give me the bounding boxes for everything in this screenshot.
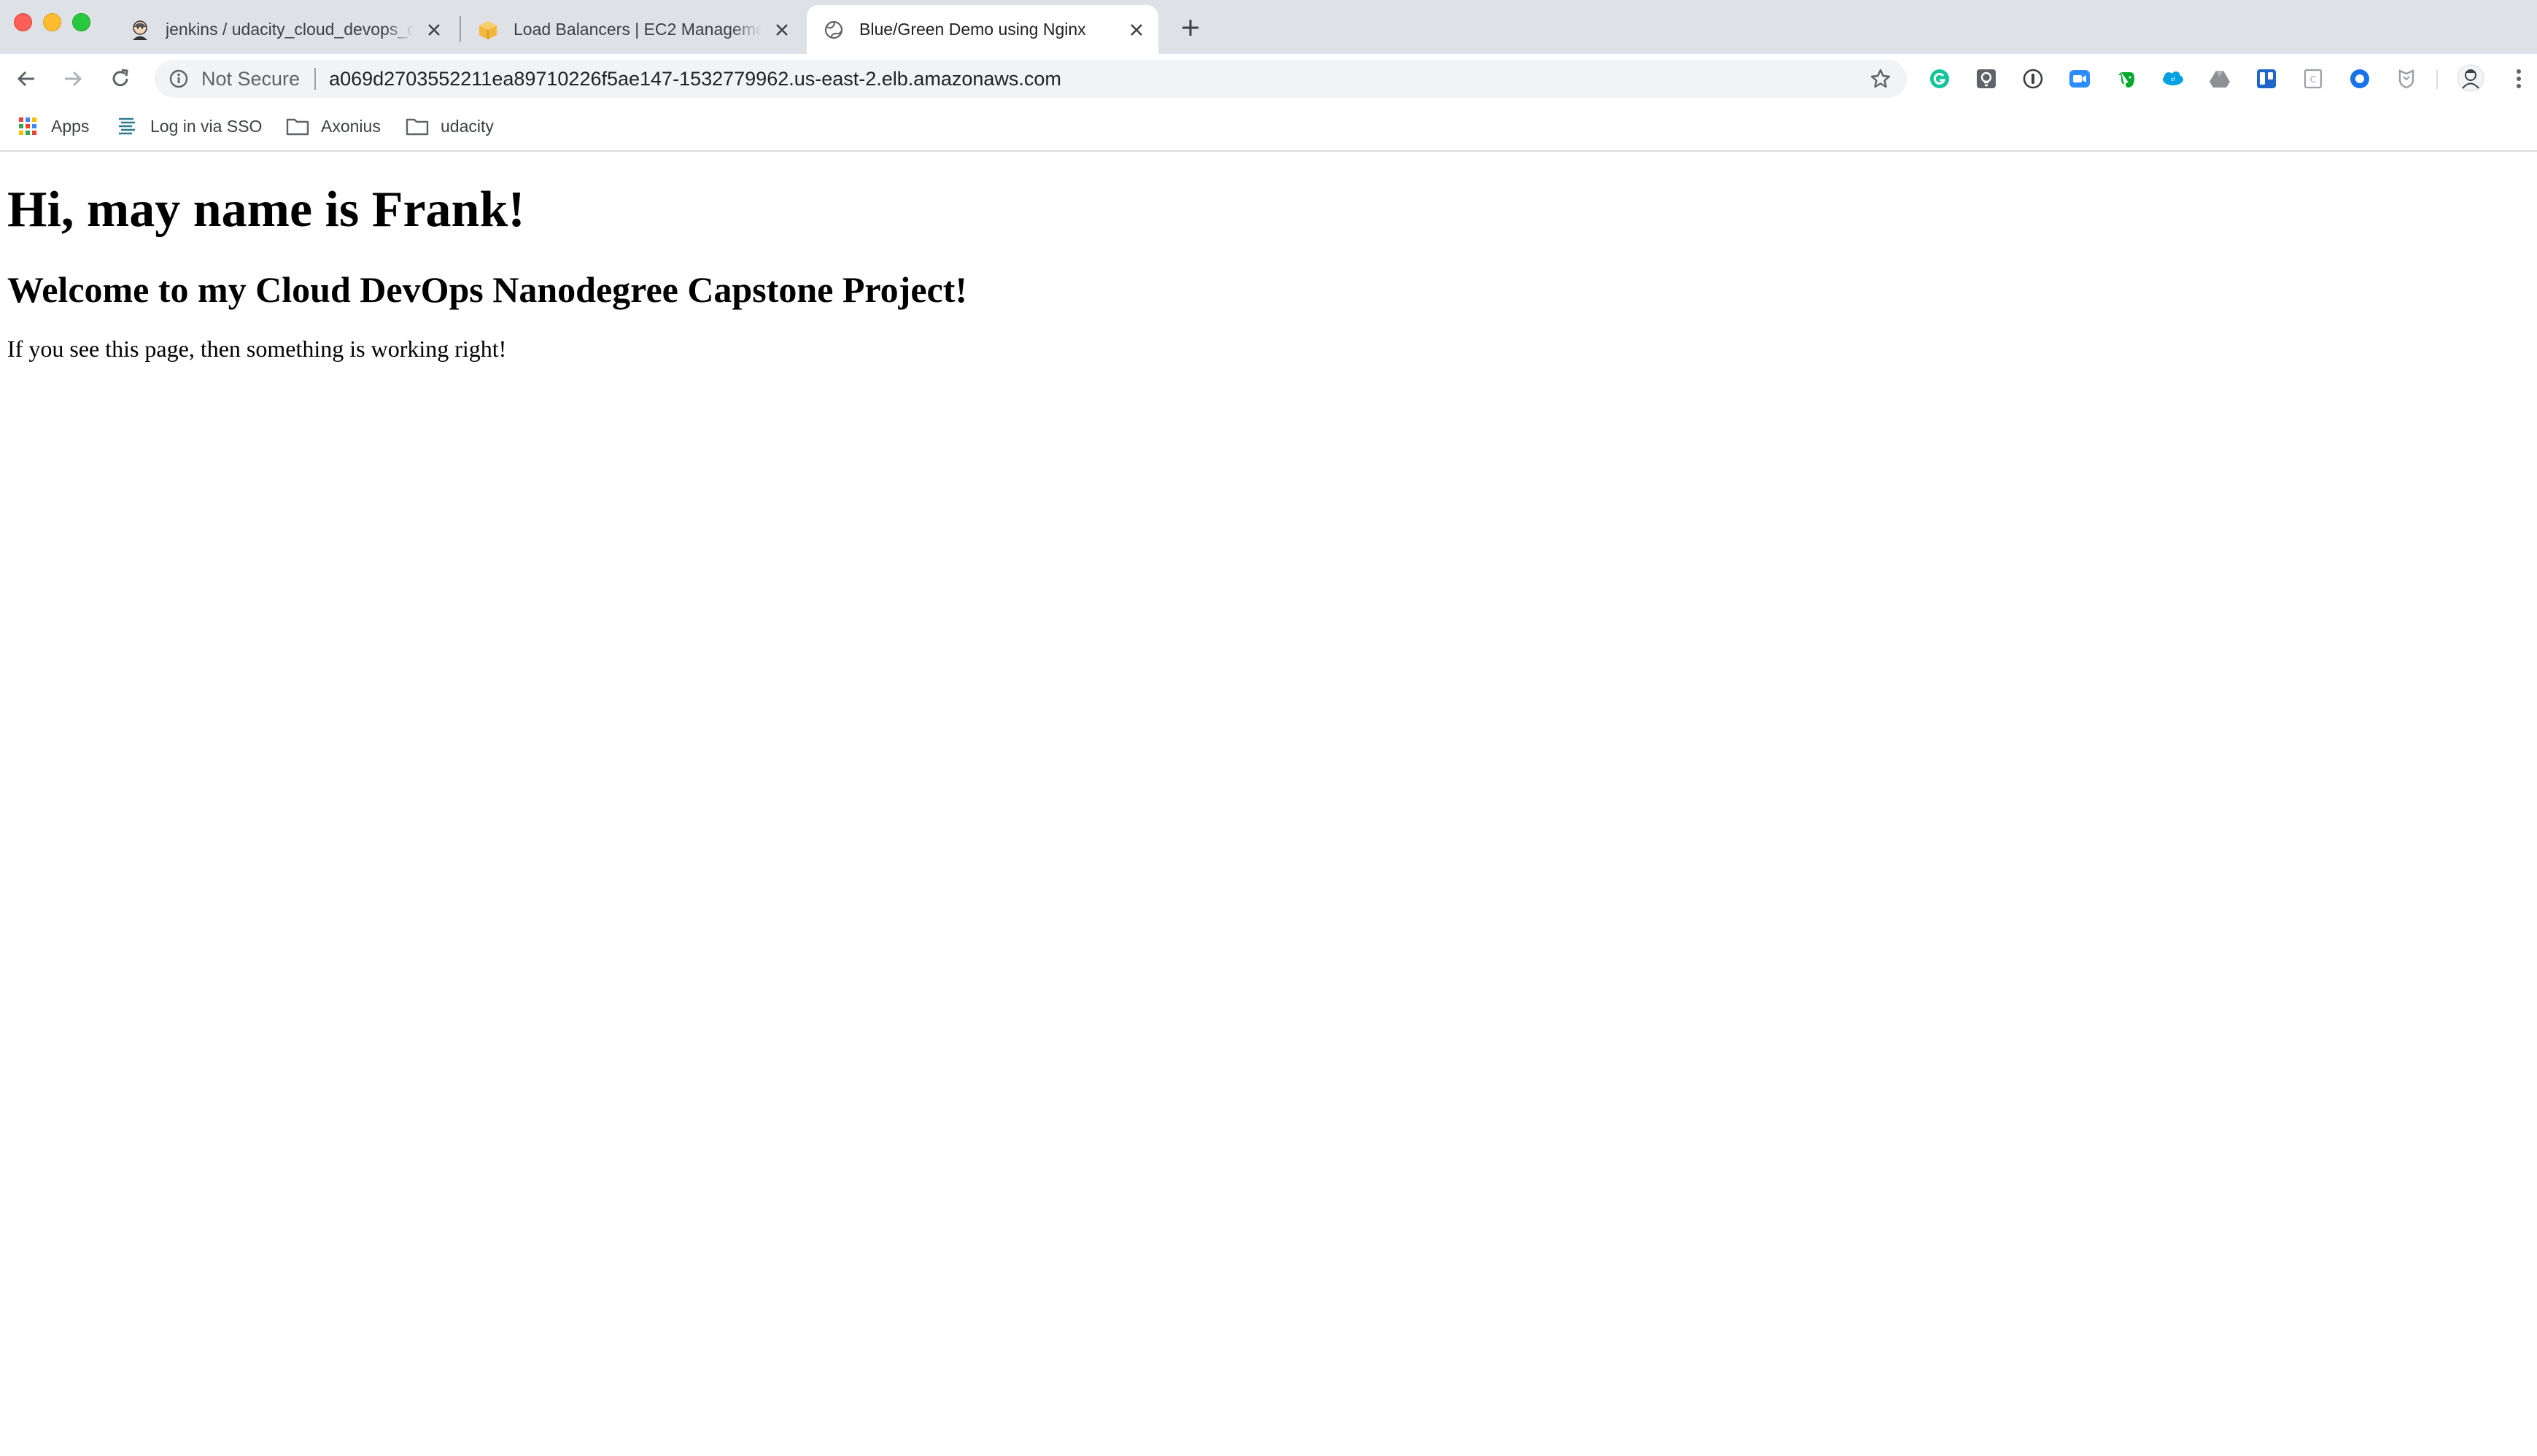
page-subheading: Welcome to my Cloud DevOps Nanodegree Ca… (7, 269, 968, 310)
bookmark-folder-udacity[interactable]: udacity (406, 111, 494, 142)
close-icon[interactable] (770, 18, 794, 42)
arrow-right-icon (65, 71, 82, 87)
globe-icon (823, 19, 845, 41)
evernote-icon[interactable] (2115, 67, 2138, 90)
tab-title: jenkins / udacity_cloud_devops_capstone (166, 20, 414, 39)
lightbulb-icon[interactable] (1975, 67, 1998, 90)
address-divider (314, 68, 317, 90)
arrow-left-icon (17, 71, 34, 87)
grammarly-icon[interactable] (1928, 67, 1951, 90)
bookmark-label: Apps (51, 116, 90, 136)
page-content: Hi, may name is Frank! Welcome to my Clo… (0, 153, 2537, 1456)
security-label[interactable]: Not Secure (201, 68, 300, 90)
circle-icon[interactable] (2348, 67, 2371, 90)
apps-grid-icon (16, 115, 39, 138)
svg-text:C: C (2310, 74, 2316, 85)
zoom-window-button[interactable] (72, 13, 90, 31)
bookmarks-bar: Apps Log in via SSO Axonius udacity (0, 104, 2537, 152)
shield-icon[interactable] (2395, 67, 2418, 90)
close-icon[interactable] (422, 18, 446, 42)
more-menu-icon[interactable] (2508, 66, 2530, 92)
drive-icon[interactable] (2208, 67, 2231, 90)
jenkins-icon (129, 19, 151, 41)
tab-title: Blue/Green Demo using Nginx (859, 20, 1086, 39)
sso-icon (115, 115, 139, 138)
new-tab-button[interactable] (1176, 13, 1205, 42)
salesforce-icon[interactable]: sf (2161, 67, 2185, 90)
onepassword-icon[interactable] (2021, 67, 2045, 90)
tab-jenkins[interactable]: jenkins / udacity_cloud_devops_capstone (113, 5, 456, 54)
folder-icon (286, 115, 309, 138)
url-text[interactable]: a069d2703552211ea89710226f5ae147-1532779… (329, 68, 1866, 90)
bookmark-star-icon[interactable] (1866, 64, 1895, 93)
back-button[interactable] (10, 63, 42, 95)
reload-icon (112, 69, 128, 87)
info-icon[interactable] (168, 68, 190, 90)
profile-avatar[interactable] (2457, 64, 2484, 92)
zoom-icon[interactable] (2068, 67, 2091, 90)
bookmark-log-in-via-sso[interactable]: Log in via SSO (115, 111, 262, 142)
address-bar[interactable]: Not Secure a069d2703552211ea89710226f5ae… (155, 60, 1907, 98)
reload-button[interactable] (104, 63, 136, 95)
aws-box-icon (477, 19, 499, 41)
bookmark-label: Log in via SSO (150, 116, 263, 136)
tab-load-balancers[interactable]: Load Balancers | EC2 Management Console (461, 5, 804, 54)
folder-icon (406, 115, 429, 138)
toolbar: Not Secure a069d2703552211ea89710226f5ae… (0, 54, 2537, 104)
tab-title: Load Balancers | EC2 Management Console (514, 20, 762, 39)
page-heading: Hi, may name is Frank! (7, 182, 525, 238)
close-window-button[interactable] (14, 13, 32, 31)
svg-text:sf: sf (2171, 77, 2176, 82)
forward-button[interactable] (57, 63, 89, 95)
tab-strip: jenkins / udacity_cloud_devops_capstone … (0, 0, 2537, 54)
bookmark-label: Axonius (321, 116, 381, 136)
page-body-text: If you see this page, then something is … (7, 336, 507, 362)
bookmark-folder-axonius[interactable]: Axonius (286, 111, 381, 142)
trello-icon[interactable] (2255, 67, 2278, 90)
minimize-window-button[interactable] (43, 13, 61, 31)
bookmark-label: udacity (441, 116, 494, 136)
toolbar-separator (2436, 70, 2438, 89)
clipper-icon[interactable]: C (2301, 67, 2325, 90)
tab-blue-green-demo[interactable]: Blue/Green Demo using Nginx (807, 5, 1158, 54)
plus-icon (1182, 20, 1198, 36)
close-icon[interactable] (1125, 18, 1148, 42)
bookmark-apps[interactable]: Apps (16, 111, 89, 142)
